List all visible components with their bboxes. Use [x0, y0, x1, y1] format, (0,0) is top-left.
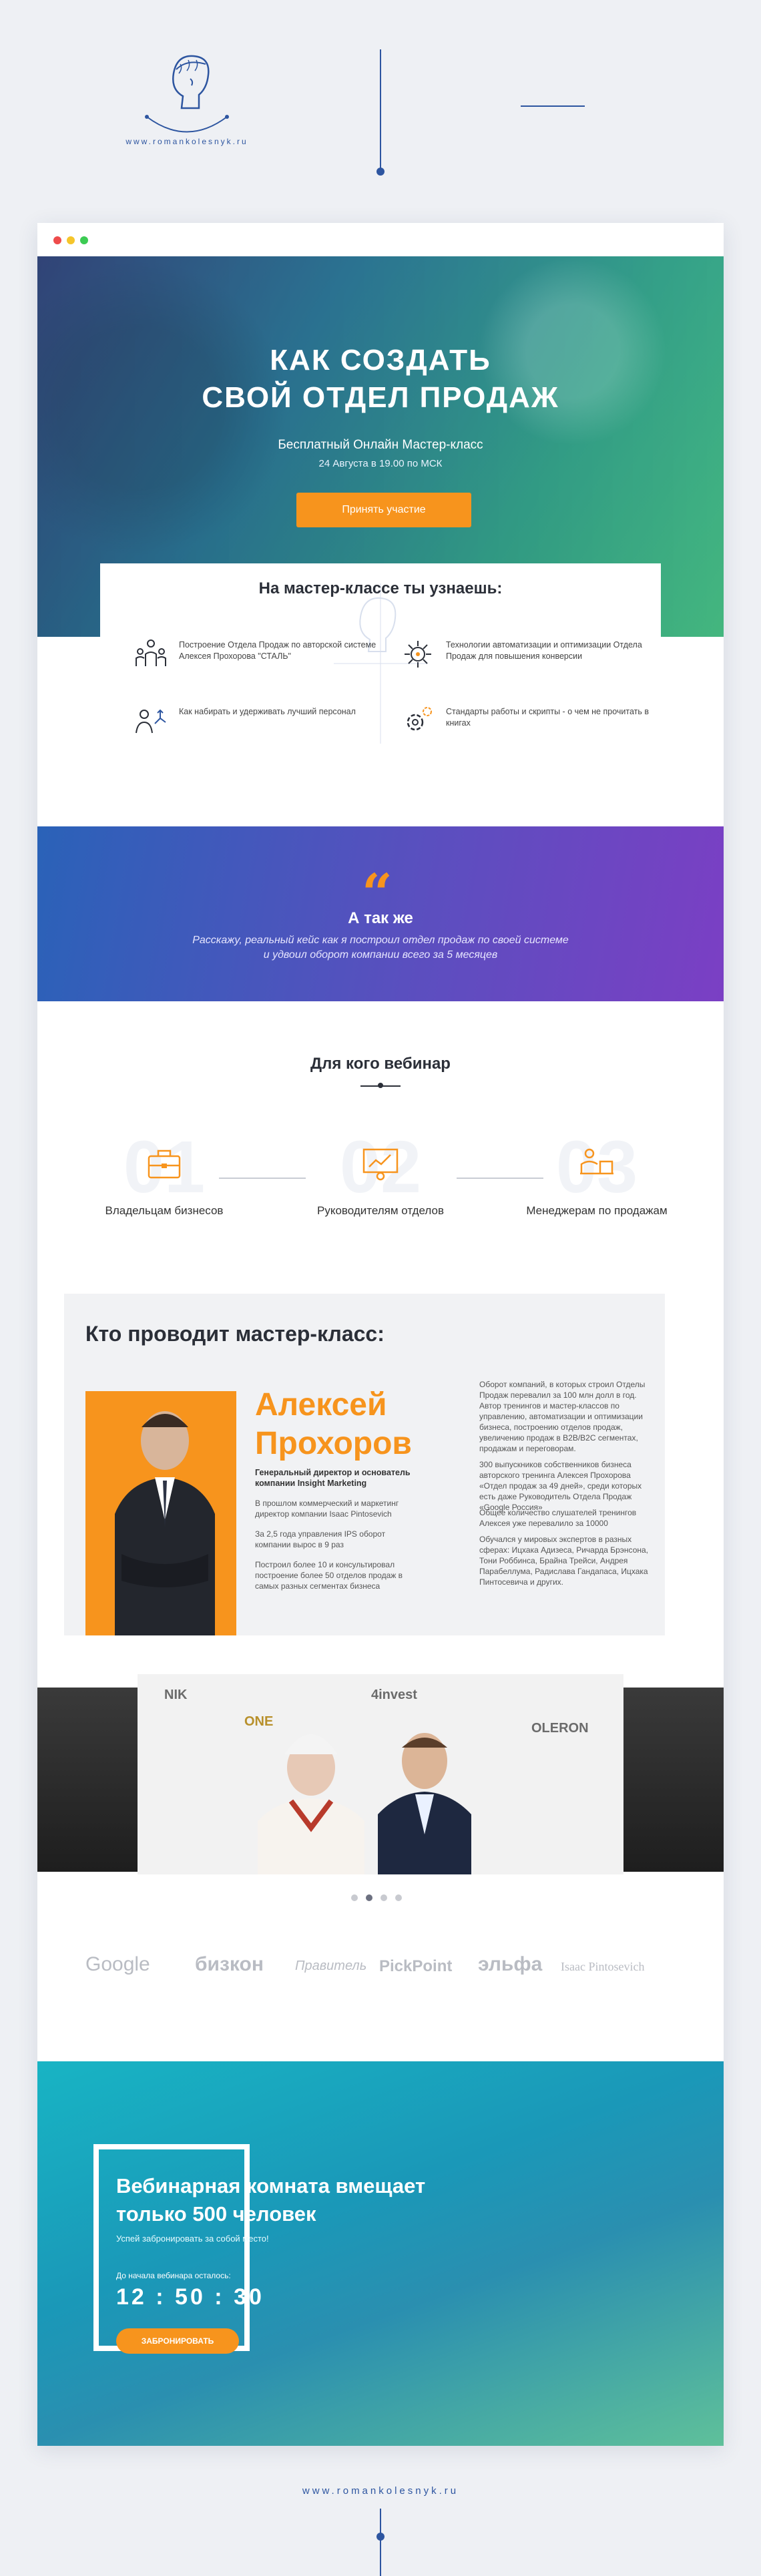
- speaker-portrait: [115, 1411, 215, 1635]
- room-subtitle: Успей забронировать за собой место!: [116, 2234, 269, 2244]
- speaker-section: Кто проводит мастер-класс: Алексей Прохо…: [64, 1294, 665, 1635]
- automation-gear-icon: [405, 641, 431, 668]
- quote-text: Расскажу, реальный кейс как я построил о…: [192, 935, 569, 961]
- page: www.romankolesnyk.ru Как создать свой от…: [0, 0, 761, 2576]
- room-title: Вебинарная комната вмещает только 500 че…: [116, 2174, 426, 2226]
- audience-item: 02 Руководителям отделов: [280, 1131, 481, 1224]
- learn-item: Стандарты работы и скрипты - о чем не пр…: [401, 701, 654, 741]
- speaker-bio: Обучался у мировых экспертов в разных сф…: [479, 1535, 648, 1587]
- join-button[interactable]: Принять участие: [296, 493, 471, 527]
- window-close-dot[interactable]: [53, 236, 61, 244]
- press-wall-logo: 4invest: [371, 1688, 417, 1702]
- learn-section: На мастер-классе ты узнаешь: Построение …: [100, 563, 661, 784]
- speaker-role: Генеральный директор и основатель компан…: [255, 1468, 411, 1488]
- book-button[interactable]: ЗАБРОНИРОВАТЬ: [116, 2328, 239, 2354]
- learn-item: Построение Отдела Продаж по авторской си…: [134, 634, 387, 674]
- hero-title: Как создать свой отдел продаж: [202, 344, 559, 414]
- speaker-bio: Общее количество слушателей тренингов Ал…: [479, 1508, 637, 1528]
- divider-line: [380, 49, 381, 168]
- divider-dot: [376, 168, 385, 176]
- gallery-pagination: [351, 1894, 418, 1902]
- speaker-bio: За 2,5 года управления IPS оборот компан…: [255, 1529, 386, 1549]
- learn-title: На мастер-классе ты узнаешь:: [258, 579, 503, 597]
- window-maximize-dot[interactable]: [80, 236, 88, 244]
- quote-banner: “ А так же Расскажу, реальный кейс как я…: [37, 826, 724, 1001]
- countdown-section: Вебинарная комната вмещает только 500 че…: [37, 2061, 724, 2446]
- footer-url[interactable]: www.romankolesnyk.ru: [254, 2485, 507, 2497]
- browser-chrome: [37, 223, 724, 256]
- partner-logo-elfa: эльфа: [478, 1953, 543, 1975]
- people-growth-icon: [136, 709, 166, 734]
- speaker-bio: В прошлом коммерческий и маркетинг дирек…: [255, 1499, 399, 1519]
- gallery-active-slide[interactable]: NIK 4invest ONE OLERON: [138, 1674, 623, 1874]
- pagination-dot[interactable]: [395, 1894, 402, 1901]
- audience-item: 03 Менеджерам по продажам: [497, 1131, 697, 1224]
- learn-item-text: Построение Отдела Продаж по авторской си…: [179, 640, 376, 661]
- pagination-dot[interactable]: [380, 1894, 387, 1901]
- audience-label: Владельцам бизнесов: [105, 1204, 224, 1217]
- partner-logos: Google бизкон Правитель PickPoint эльфа …: [37, 1939, 724, 1999]
- photo-gallery[interactable]: NIK 4invest ONE OLERON: [37, 1674, 724, 1874]
- audience-label: Менеджерам по продажам: [526, 1204, 668, 1217]
- countdown-label: До начала вебинара осталось:: [116, 2271, 231, 2280]
- speaker-section-title: Кто проводит мастер-класс:: [85, 1322, 385, 1346]
- window-minimize-dot[interactable]: [67, 236, 75, 244]
- learn-item: Технологии автоматизации и оптимизации О…: [401, 634, 654, 674]
- desk-worker-icon: [580, 1148, 613, 1175]
- audience-label: Руководителям отделов: [317, 1204, 444, 1217]
- hero-subtitle: Бесплатный Онлайн Мастер-класс: [278, 438, 483, 452]
- press-wall-logo: NIK: [164, 1688, 188, 1702]
- divider-line: [380, 2509, 381, 2576]
- partner-logo-google: Google: [85, 1953, 150, 1975]
- learn-item-text: Как набирать и удерживать лучший персона…: [179, 707, 356, 716]
- speaker-bio: Построил более 10 и консультировал постр…: [255, 1560, 403, 1591]
- audience-item: 01 Владельцам бизнесов: [64, 1131, 264, 1224]
- speaker-name: Алексей Прохоров: [255, 1387, 412, 1461]
- gallery-next-slide[interactable]: [623, 1688, 724, 1872]
- team-structure-icon: [136, 639, 166, 666]
- press-wall-logo: OLERON: [531, 1721, 589, 1736]
- learn-item-text: Стандарты работы и скрипты - о чем не пр…: [446, 707, 649, 728]
- learn-item: Как набирать и удерживать лучший персона…: [134, 701, 387, 741]
- partner-logo-isaac-pintosevich: Isaac Pintosevich: [561, 1960, 645, 1973]
- divider-dot: [376, 2533, 385, 2541]
- speaker-bio: Оборот компаний, в которых строил Отделы…: [479, 1380, 646, 1453]
- website-mockup: Как создать свой отдел продаж Бесплатный…: [37, 223, 724, 2446]
- divider-line: [521, 105, 585, 107]
- partner-logo-bizcon: бизкон: [195, 1953, 264, 1975]
- partner-logo-pickpoint: PickPoint: [379, 1957, 453, 1975]
- audience-title: Для кого вебинар: [310, 1055, 451, 1073]
- gallery-prev-slide[interactable]: [37, 1688, 138, 1872]
- manager-chart-icon: [362, 1148, 399, 1181]
- pagination-dot[interactable]: [351, 1894, 358, 1901]
- partner-logo-pravitel: Правитель: [295, 1959, 367, 1973]
- speaker-photo: [85, 1391, 236, 1635]
- briefcase-icon: [148, 1149, 181, 1179]
- speaker-bio: 300 выпускников собственников бизнеса ав…: [479, 1460, 642, 1512]
- countdown-timer: 12 : 50 : 30: [116, 2284, 264, 2310]
- title-underline-dot: [378, 1083, 383, 1088]
- gear-settings-icon: [407, 707, 432, 731]
- gallery-photo-people: [258, 1733, 471, 1874]
- pagination-dot-active[interactable]: [366, 1894, 372, 1901]
- quote-title: А так же: [348, 909, 413, 927]
- brand-url[interactable]: www.romankolesnyk.ru: [120, 137, 254, 146]
- brand-logo[interactable]: [127, 47, 247, 140]
- hero-date: 24 Августа в 19.00 по МСК: [318, 458, 443, 469]
- learn-item-text: Технологии автоматизации и оптимизации О…: [446, 640, 642, 661]
